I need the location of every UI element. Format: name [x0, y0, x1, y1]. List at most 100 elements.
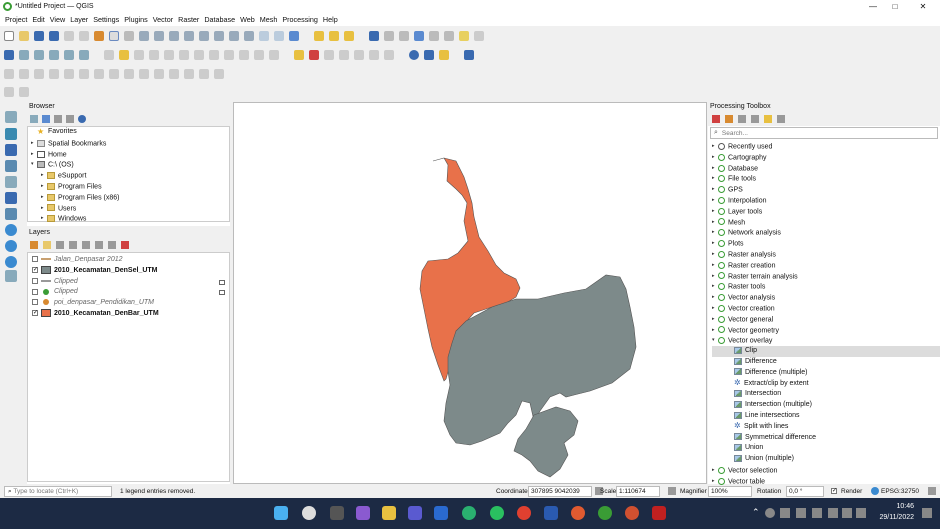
toolbox-item[interactable]: Symmetrical difference [712, 433, 940, 444]
layer-item[interactable]: Clipped [32, 277, 229, 288]
close-button[interactable]: ✕ [912, 0, 934, 13]
layer-item[interactable]: ✓ 2010_Kecamatan_DenSel_UTM [32, 265, 229, 277]
reshape-icon[interactable] [124, 68, 134, 79]
menu-edit[interactable]: Edit [32, 15, 44, 24]
layer-item[interactable]: Clipped [32, 287, 229, 298]
menu-processing[interactable]: Processing [282, 15, 318, 24]
browser-item[interactable]: ▸ Spatial Bookmarks [31, 138, 229, 149]
layer-item[interactable]: poi_denpasar_Pendidikan_UTM [32, 298, 229, 309]
save-edits-icon[interactable] [149, 49, 159, 60]
app-icon[interactable] [408, 506, 422, 520]
snapping-icon[interactable] [4, 86, 14, 97]
scale-combobox[interactable]: 1:110674 [616, 486, 660, 497]
menu-view[interactable]: View [50, 15, 65, 24]
add-delimited-layer-icon[interactable] [5, 160, 17, 172]
chrome-icon[interactable] [517, 506, 531, 520]
toolbox-item[interactable]: ▸ Vector geometry [712, 325, 940, 336]
add-virtual-layer-icon[interactable] [5, 270, 17, 282]
add-wms-icon[interactable] [5, 224, 17, 236]
toolbox-item[interactable]: ▸ Plots [712, 238, 940, 249]
split-parts-icon[interactable] [169, 68, 179, 79]
add-mesh-layer-icon[interactable] [5, 144, 17, 156]
undo-icon[interactable] [254, 49, 264, 60]
copy-icon[interactable] [224, 49, 234, 60]
layout-manager-icon[interactable] [79, 30, 89, 41]
settings-gear-icon[interactable] [414, 30, 424, 41]
battery-icon[interactable] [856, 508, 866, 518]
firefox-icon[interactable] [625, 506, 639, 520]
browser-item[interactable]: ▾ C:\ (OS) [31, 159, 229, 170]
add-delimited-icon[interactable] [49, 49, 59, 60]
toolbox-item[interactable]: ▸ Database [712, 163, 940, 174]
coordinate-field[interactable]: 307895 9042039 [528, 486, 592, 497]
help-book-icon[interactable] [464, 49, 474, 60]
render-checkbox[interactable]: ✓ [831, 488, 837, 494]
word-icon[interactable] [434, 506, 448, 520]
pencil-icon[interactable] [119, 49, 129, 60]
delete-icon[interactable] [194, 49, 204, 60]
layer-item[interactable]: ✓ 2010_Kecamatan_DenBar_UTM [32, 309, 229, 320]
attribute-table-icon[interactable] [444, 30, 454, 41]
toolbox-item[interactable]: ▸ Layer tools [712, 206, 940, 217]
offset-icon[interactable] [139, 68, 149, 79]
menu-database[interactable]: Database [204, 15, 235, 24]
layer-visibility-checkbox[interactable]: ✓ [32, 310, 38, 317]
add-wfs-icon[interactable] [5, 256, 17, 268]
edit-icon[interactable] [134, 49, 144, 60]
toolbox-item[interactable]: ✲ Split with lines [712, 422, 940, 433]
sum-icon[interactable] [429, 30, 439, 41]
split-features-icon[interactable] [154, 68, 164, 79]
add-feature-icon[interactable] [164, 49, 174, 60]
wifi-icon[interactable] [828, 508, 838, 518]
layer-visibility-checkbox[interactable] [32, 277, 38, 284]
task-view-icon[interactable] [330, 506, 344, 520]
toolbox-item[interactable]: ▸ Vector general [712, 314, 940, 325]
teams-icon[interactable] [356, 506, 370, 520]
tray-security-icon[interactable] [796, 508, 806, 518]
add-gps-icon[interactable] [5, 176, 17, 188]
toolbox-item[interactable]: Intersection (multiple) [712, 400, 940, 411]
toolbox-item[interactable]: ▸ File tools [712, 173, 940, 184]
manage-themes-icon[interactable] [56, 241, 64, 249]
delete-part-icon[interactable] [109, 68, 119, 79]
python-icon[interactable] [439, 49, 449, 60]
new-map-view-icon[interactable] [259, 30, 269, 41]
start-button-icon[interactable] [274, 506, 288, 520]
add-part-icon[interactable] [64, 68, 74, 79]
expand-all-icon[interactable] [95, 241, 103, 249]
cut-icon[interactable] [209, 49, 219, 60]
add-group-icon[interactable] [43, 241, 51, 249]
results-viewer-icon[interactable] [751, 115, 759, 123]
toolbox-item[interactable]: ▸ Mesh [712, 217, 940, 228]
rotation-spinbox[interactable]: 0,0 ° [786, 486, 824, 497]
toolbox-item[interactable]: ▸ Vector analysis [712, 292, 940, 303]
add-wcs-icon[interactable] [5, 240, 17, 252]
spin-icon[interactable] [474, 30, 484, 41]
layer-visibility-checkbox[interactable]: ✓ [32, 266, 38, 273]
move-label-icon[interactable] [354, 49, 364, 60]
map-canvas[interactable] [233, 102, 707, 484]
crs-globe-icon[interactable] [871, 487, 879, 495]
trace-icon[interactable] [19, 86, 29, 97]
rotate-point-icon[interactable] [214, 68, 224, 79]
pin-label-icon[interactable] [324, 49, 334, 60]
toolbox-item[interactable]: ▸ Vector selection [712, 465, 940, 476]
menu-mesh[interactable]: Mesh [260, 15, 278, 24]
add-vector-icon[interactable] [19, 49, 29, 60]
change-label-icon[interactable] [384, 49, 394, 60]
style-manager-icon[interactable] [94, 30, 104, 41]
browser-item[interactable]: ▸ Program Files (x86) [31, 192, 229, 203]
word-doc-icon[interactable] [544, 506, 558, 520]
toolbox-item[interactable]: ▸ Vector creation [712, 303, 940, 314]
zoom-layer-icon[interactable] [184, 30, 194, 41]
identify-icon[interactable] [369, 30, 379, 41]
zoom-last-icon[interactable] [229, 30, 239, 41]
select-features-icon[interactable] [314, 30, 324, 41]
scripts-icon[interactable] [725, 115, 733, 123]
zoom-native-icon[interactable] [214, 30, 224, 41]
plugin-icon[interactable] [424, 49, 434, 60]
redo-icon[interactable] [269, 49, 279, 60]
new-project-icon[interactable] [4, 30, 14, 41]
filter-expression-icon[interactable] [82, 241, 90, 249]
menu-web[interactable]: Web [240, 15, 255, 24]
